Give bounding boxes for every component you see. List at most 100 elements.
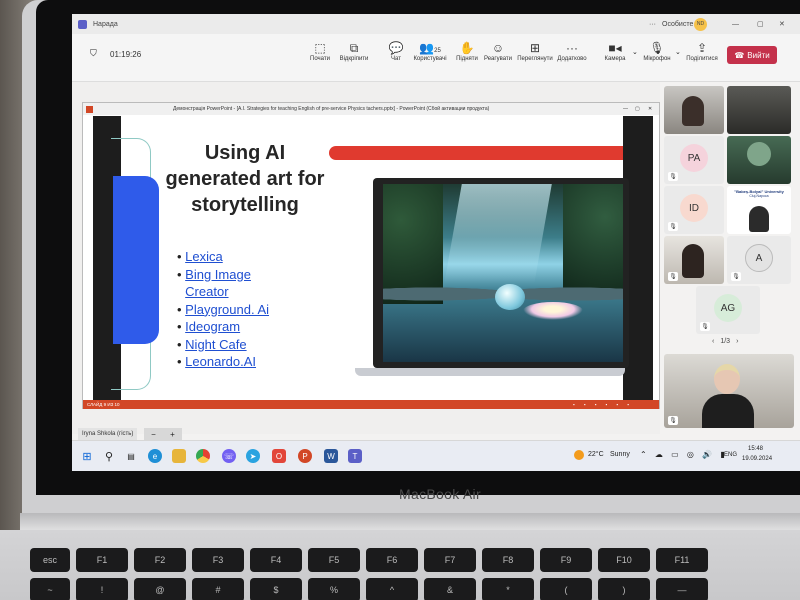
more-button[interactable]: ··· Додатково xyxy=(552,40,592,62)
key-5[interactable]: % xyxy=(308,578,360,600)
word-icon[interactable]: W xyxy=(324,449,338,463)
key-esc[interactable]: esc xyxy=(30,548,70,572)
tray-icons[interactable]: ⌃ ☁ ▭ ◎ 🔊 ▮ xyxy=(640,450,728,459)
weather-text[interactable]: Sunny xyxy=(610,451,630,458)
key-2[interactable]: @ xyxy=(134,578,186,600)
office-icon[interactable]: O xyxy=(272,449,286,463)
presenter-video[interactable]: 🎙 xyxy=(664,354,794,428)
key-f11[interactable]: F11 xyxy=(656,548,708,572)
powerpoint-window: Демонстрація PowerPoint - [A.I. Strategi… xyxy=(82,102,660,409)
people-button[interactable]: 👥25 Користувачі xyxy=(410,40,450,62)
share-button[interactable]: ⇪ Поділитися xyxy=(682,40,722,62)
profile-avatar[interactable]: ND xyxy=(694,17,707,31)
task-view-icon[interactable]: ▤ xyxy=(124,449,138,463)
zoom-controls: − + xyxy=(144,428,182,440)
key-f5[interactable]: F5 xyxy=(308,548,360,572)
key-7[interactable]: & xyxy=(424,578,476,600)
key-f2[interactable]: F2 xyxy=(134,548,186,572)
link-playground-ai[interactable]: Playground. Ai xyxy=(185,302,269,317)
minimize-button[interactable]: — xyxy=(732,21,739,28)
windows-start-icon[interactable]: ⊞ xyxy=(80,449,94,463)
zoom-in-button[interactable]: + xyxy=(170,430,175,439)
leave-button[interactable]: ☎ Вийти xyxy=(727,46,777,64)
laptop-screen: Нарада ··· Особисте ND — ▢ ✕ ⛉ 01:19:26 … xyxy=(72,14,800,471)
ppt-minimize-button[interactable]: — xyxy=(623,106,628,112)
key-f6[interactable]: F6 xyxy=(366,548,418,572)
link-lexica[interactable]: Lexica xyxy=(185,249,223,264)
key-f1[interactable]: F1 xyxy=(76,548,128,572)
chrome-icon[interactable] xyxy=(196,449,210,463)
view-button[interactable]: ⊞ Переглянути xyxy=(515,40,555,62)
participant-video-1[interactable] xyxy=(664,86,724,134)
university-city: Cluj-Napoca xyxy=(749,194,769,198)
slide: Using AI generated art for storytelling … xyxy=(93,116,653,400)
key-4[interactable]: $ xyxy=(250,578,302,600)
file-explorer-icon[interactable] xyxy=(172,449,186,463)
participant-video-4[interactable]: 🎙 xyxy=(664,236,724,284)
participant-tile-pa[interactable]: PA 🎙 xyxy=(664,136,724,184)
camera-button[interactable]: ■◂ Камера xyxy=(595,40,635,62)
language-indicator[interactable]: ENG xyxy=(724,452,737,458)
window-title: Нарада xyxy=(93,20,118,28)
status-view-icons[interactable]: ▪ ▪ ▪ ▪ ▪ ▪ xyxy=(573,402,633,407)
key-minus[interactable]: — xyxy=(656,578,708,600)
zoom-out-button[interactable]: − xyxy=(151,430,156,439)
key-9[interactable]: ( xyxy=(540,578,592,600)
key-3[interactable]: # xyxy=(192,578,244,600)
list-item: • Leonardo.AI xyxy=(177,354,257,369)
people-icon: 👥25 xyxy=(419,41,441,55)
key-1[interactable]: ! xyxy=(76,578,128,600)
ppt-close-button[interactable]: ✕ xyxy=(648,106,652,112)
telegram-icon[interactable]: ➤ xyxy=(246,449,260,463)
key-f4[interactable]: F4 xyxy=(250,548,302,572)
pager-next-icon[interactable]: › xyxy=(736,338,738,345)
microphone-button[interactable]: 🎙 Мікрофон xyxy=(637,40,677,62)
key-6[interactable]: ^ xyxy=(366,578,418,600)
teams-taskbar-icon[interactable]: T xyxy=(348,449,362,463)
participant-video-2[interactable] xyxy=(727,86,791,134)
key-f3[interactable]: F3 xyxy=(192,548,244,572)
viber-icon[interactable]: ☏ xyxy=(222,449,236,463)
unpin-button[interactable]: ⧉ Відкріпити xyxy=(334,40,374,62)
teams-logo-icon xyxy=(78,19,87,29)
key-f9[interactable]: F9 xyxy=(540,548,592,572)
pager-prev-icon[interactable]: ‹ xyxy=(712,338,714,345)
more-options-icon[interactable]: ··· xyxy=(649,21,656,28)
link-ideogram[interactable]: Ideogram xyxy=(185,319,240,334)
list-item: • Night Cafe xyxy=(177,336,247,352)
powerpoint-taskbar-icon[interactable]: P xyxy=(298,449,312,463)
edge-icon[interactable]: e xyxy=(148,449,162,463)
clock-time[interactable]: 15:48 xyxy=(748,446,763,452)
more-icon: ··· xyxy=(566,41,578,55)
key-tilde[interactable]: ~ xyxy=(30,578,70,600)
microphone-chevron-icon[interactable]: ⌄ xyxy=(675,48,681,56)
key-f10[interactable]: F10 xyxy=(598,548,650,572)
participant-tile-ag[interactable]: AG 🎙 xyxy=(696,286,760,334)
keyboard-function-row: esc F1 F2 F3 F4 F5 F6 F7 F8 F9 F10 F11 xyxy=(30,548,708,572)
list-item: • Bing Image Creator xyxy=(177,266,275,301)
maximize-button[interactable]: ▢ xyxy=(757,20,764,28)
participant-tile-id[interactable]: ID 🎙 xyxy=(664,186,724,234)
key-f8[interactable]: F8 xyxy=(482,548,534,572)
participant-video-3[interactable] xyxy=(727,136,791,184)
raise-hand-label: Підняти xyxy=(456,56,478,62)
presenter-name-badge: Iryna Shkola (гість) xyxy=(78,428,138,440)
weather-temp[interactable]: 22°C xyxy=(588,451,604,458)
microphone-off-icon: 🎙 xyxy=(731,272,741,281)
close-button[interactable]: ✕ xyxy=(779,20,785,28)
key-8[interactable]: * xyxy=(482,578,534,600)
participant-video-university[interactable]: "Babeş-Bolyai" University Cluj-Napoca xyxy=(727,186,791,234)
clock-date[interactable]: 19.09.2024 xyxy=(742,456,772,462)
key-f7[interactable]: F7 xyxy=(424,548,476,572)
view-label: Переглянути xyxy=(517,56,553,62)
profile-label[interactable]: Особисте xyxy=(662,21,693,28)
key-0[interactable]: ) xyxy=(598,578,650,600)
link-night-cafe[interactable]: Night Cafe xyxy=(185,337,246,352)
link-leonardo-ai[interactable]: Leonardo.AI xyxy=(185,354,256,369)
list-item: • Lexica xyxy=(177,249,223,264)
search-icon[interactable]: ⚲ xyxy=(102,449,116,463)
ppt-maximize-button[interactable]: ▢ xyxy=(635,106,640,112)
react-button[interactable]: ☺ Реагувати xyxy=(478,40,518,62)
link-bing-image-creator[interactable]: Bing Image Creator xyxy=(185,266,275,301)
participant-tile-a[interactable]: A 🎙 xyxy=(727,236,791,284)
